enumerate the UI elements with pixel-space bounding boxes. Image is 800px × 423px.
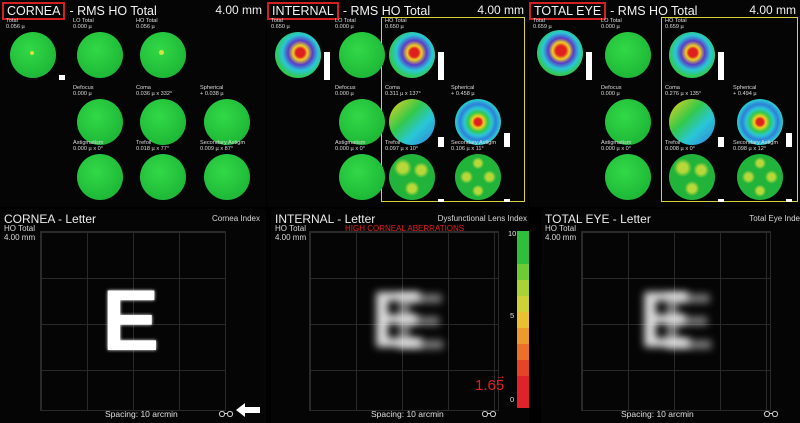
dysfunctional-lens-index-scale [517, 231, 529, 408]
internal-trefoil-map[interactable]: Trefoil 0.097 µ x 10° [385, 140, 447, 207]
scale-min-label: 0 [510, 395, 515, 404]
internal-ho-total-label: HO Total [275, 224, 306, 233]
internal-ho-total-map[interactable]: HO Total 0.650 µ [385, 18, 447, 86]
total-eye-trefoil-map[interactable]: Trefoil 0.008 µ x 0° [665, 140, 727, 207]
cornea-trefoil-map[interactable]: Trefoil 0.018 µ x 77° [136, 140, 198, 207]
total-eye-zernike-panel: TOTAL EYE - RMS HO Total 4.00 mm Total 0.6… [529, 0, 800, 207]
cornea-lo-total-map[interactable]: LO Total 0.000 µ [73, 18, 135, 86]
dysfunctional-lens-index-value: 1.65 [475, 377, 505, 394]
cornea-index-label: Cornea Index [211, 214, 260, 223]
glasses-icon[interactable] [218, 410, 234, 417]
cornea-distance: 4.00 mm [215, 3, 262, 17]
cornea-spacing-label: Spacing: 10 arcmin [105, 409, 178, 419]
internal-secondary-astigm-map[interactable]: Secondary Astigm 0.106 µ x 11° [451, 140, 513, 207]
dysfunctional-lens-index-label: Dysfunctional Lens Index [437, 214, 527, 223]
total-eye-distance-label: 4.00 mm [545, 233, 577, 242]
internal-total-map[interactable]: Total 0.650 µ [271, 18, 333, 86]
total-eye-ho-total-map[interactable]: HO Total 0.659 µ [665, 18, 727, 86]
glasses-icon[interactable] [763, 410, 779, 417]
total-eye-letter-panel: TOTAL EYE - Letter Total Eye Inde HO Tot… [541, 209, 800, 423]
scale-mid-label: 5 [510, 311, 515, 320]
cornea-letter-e: E [102, 273, 160, 369]
cornea-ho-total-label: HO Total [4, 224, 35, 233]
total-eye-secondary-astigm-map[interactable]: Secondary Astigm 0.098 µ x 12° [733, 140, 795, 207]
total-eye-index-label: Total Eye Inde [749, 214, 800, 223]
internal-letter-e-ghost: E [393, 277, 447, 366]
cornea-letter-panel: CORNEA - Letter Cornea Index HO Total 4.… [0, 209, 266, 423]
total-eye-distance: 4.00 mm [749, 3, 796, 17]
cornea-astigmatism-map[interactable]: Astigmatism 0.000 µ x 0° [73, 140, 135, 207]
scale-max-label: 10 [508, 229, 517, 238]
internal-zernike-panel: INTERNAL - RMS HO Total 4.00 mm Total 0.65… [267, 0, 528, 207]
internal-distance-label: 4.00 mm [275, 233, 307, 242]
total-eye-lo-total-map[interactable]: LO Total 0.000 µ [601, 18, 663, 86]
cornea-zernike-panel: CORNEA - RMS HO Total 4.00 mm Total 0.056 … [0, 0, 266, 207]
total-eye-total-map[interactable]: Total 0.659 µ [533, 18, 595, 86]
arrow-left-icon [236, 403, 260, 417]
internal-spacing-label: Spacing: 10 arcmin [371, 409, 444, 419]
cornea-ho-total-map[interactable]: HO Total 0.056 µ [136, 18, 198, 86]
total-eye-astigmatism-map[interactable]: Astigmatism 0.000 µ x 0° [601, 140, 663, 207]
total-eye-letter-e-ghost: E [661, 277, 715, 366]
glasses-icon[interactable] [481, 410, 497, 417]
internal-distance: 4.00 mm [477, 3, 524, 17]
cornea-total-map[interactable]: Total 0.056 µ [6, 18, 68, 86]
total-eye-ho-total-label: HO Total [545, 224, 576, 233]
cornea-secondary-astigm-map[interactable]: Secondary Astigm 0.009 µ x 87° [200, 140, 262, 207]
total-eye-spacing-label: Spacing: 10 arcmin [621, 409, 694, 419]
cornea-distance-label: 4.00 mm [4, 233, 36, 242]
internal-letter-panel: INTERNAL - Letter Dysfunctional Lens Ind… [271, 209, 529, 423]
